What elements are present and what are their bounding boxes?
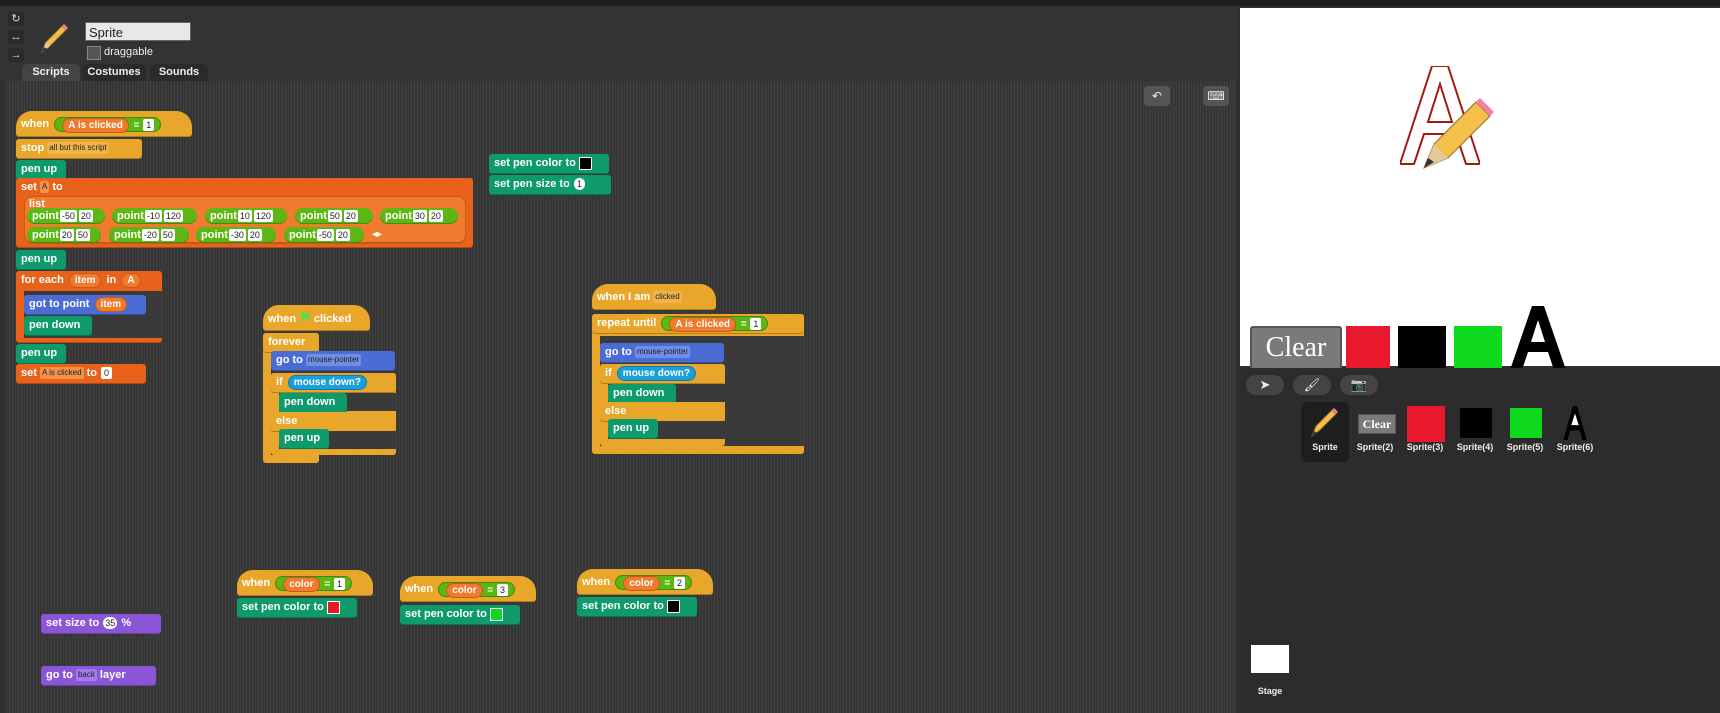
set-pen-color-block[interactable]: set pen color to [489, 154, 609, 174]
set-pen-color-block[interactable]: set pen color to [400, 605, 520, 625]
flip-icon[interactable]: ↔ [8, 30, 24, 44]
item-reporter[interactable]: item [68, 272, 102, 288]
go-to-block[interactable]: go to mouse-pointer [271, 351, 395, 371]
red-color-button[interactable] [1346, 326, 1390, 370]
letter-a-button[interactable] [1510, 306, 1566, 375]
corral-sprite[interactable]: Sprite(6) [1551, 402, 1599, 452]
corral-sprite[interactable]: Sprite(3) [1401, 402, 1449, 452]
sprite-name-input[interactable]: Sprite [85, 22, 191, 41]
corral-sprite[interactable]: Sprite(5) [1501, 402, 1549, 452]
corral-sprite-label: Sprite(6) [1556, 442, 1594, 452]
forever-label-block: forever [263, 333, 319, 353]
pencil-icon [36, 20, 72, 56]
corral-sprite[interactable]: Clear Sprite(2) [1351, 402, 1399, 452]
when-label: when [21, 118, 50, 130]
when-i-am-hat-block[interactable]: when I am clicked [592, 284, 716, 310]
if-header: if mouse down? [271, 373, 396, 393]
green-color-button[interactable] [1454, 326, 1502, 370]
point-reporter[interactable]: point 50 20 [295, 208, 373, 224]
go-to-point-block[interactable]: got to point item [24, 295, 146, 315]
value-slot[interactable]: 1 [143, 119, 155, 132]
pen-up-block[interactable]: pen up [279, 429, 329, 449]
stop-block[interactable]: stop all but this script [16, 139, 142, 159]
arrow-right-icon[interactable]: → [8, 48, 24, 62]
eq-op: = [133, 119, 140, 131]
draggable-checkbox[interactable] [87, 46, 101, 60]
pen-up-block[interactable]: pen up [16, 250, 66, 270]
tab-sounds[interactable]: Sounds [150, 64, 208, 81]
color-swatch[interactable] [489, 607, 503, 621]
set-pen-size-block[interactable]: set pen size to 1 [489, 175, 611, 195]
mouse-down-predicate[interactable]: mouse down? [287, 374, 368, 390]
pencil-icon [1306, 406, 1344, 440]
color-swatch[interactable] [578, 156, 592, 170]
stop-label: stop [21, 142, 45, 154]
pen-up-block[interactable]: pen up [16, 344, 66, 364]
point-reporter[interactable]: point -30 20 [196, 227, 276, 243]
tab-costumes[interactable]: Costumes [82, 64, 146, 81]
equals-predicate: A is clicked = 1 [54, 116, 162, 133]
pen-down-block[interactable]: pen down [608, 384, 676, 404]
corral-sprite[interactable]: Sprite [1301, 402, 1349, 462]
if-header: if mouse down? [600, 364, 725, 384]
pen-up-block[interactable]: pen up [16, 160, 66, 180]
black-color-button[interactable] [1398, 326, 1446, 372]
point-reporter[interactable]: point -10 120 [112, 208, 197, 224]
corral-sprite-label: Sprite [1312, 442, 1338, 452]
var-dropdown[interactable]: A [39, 181, 50, 194]
tab-scripts[interactable]: Scripts [22, 64, 80, 81]
point-reporter[interactable]: point 30 20 [380, 208, 458, 224]
color-swatch[interactable] [666, 599, 680, 613]
keyboard-icon[interactable]: ⌨ [1203, 86, 1229, 106]
when-color-3-hat-block[interactable]: when color = 3 [400, 576, 536, 602]
point-reporter[interactable]: point -20 50 [109, 227, 189, 243]
set-pen-color-block[interactable]: set pen color to [577, 597, 697, 617]
pencil-icon [1420, 92, 1496, 177]
mouse-down-predicate[interactable]: mouse down? [616, 365, 697, 381]
repeat-until-header: repeat until A is clicked = 1 [592, 314, 804, 334]
point-reporter[interactable]: point -50 20 [284, 227, 364, 243]
point-reporter[interactable]: point 10 120 [205, 208, 287, 224]
set-clicked-block[interactable]: set A is clicked to 0 [16, 364, 146, 384]
letter-a-icon [1556, 406, 1594, 440]
camera-icon[interactable]: 📷 [1340, 375, 1378, 395]
pen-up-block[interactable]: pen up [608, 419, 658, 439]
go-to-block[interactable]: go to mouse-pointer [600, 343, 724, 363]
clear-button[interactable]: Clear [1250, 326, 1342, 372]
when-color-1-hat-block[interactable]: when color = 1 [237, 570, 373, 596]
var-dropdown[interactable]: A is clicked [39, 367, 84, 380]
stop-dropdown[interactable]: all but this script [47, 142, 109, 155]
go-to-layer-block[interactable]: go to back layer [41, 666, 156, 686]
point-reporter[interactable]: point -50 20 [27, 208, 105, 224]
rotate-icon[interactable]: ↻ [8, 12, 24, 26]
point-reporter[interactable]: point 20 50 [27, 227, 101, 243]
when-color-2-hat-block[interactable]: when color = 2 [577, 569, 713, 595]
corral-sprite[interactable]: Sprite(4) [1451, 402, 1499, 452]
list-arrows-icon[interactable]: ◂▸ [372, 229, 382, 240]
var-reporter[interactable]: A is clicked [62, 117, 129, 133]
when-hat-block[interactable]: when A is clicked = 1 [16, 111, 192, 137]
corral-sprite-label: Sprite(2) [1356, 442, 1394, 452]
stage-label: Stage [1257, 686, 1283, 696]
pen-down-block[interactable]: pen down [24, 316, 92, 336]
when-flag-hat-block[interactable]: when ⚑ clicked [263, 305, 370, 331]
list-var-reporter[interactable]: A [121, 272, 141, 288]
corral-sprite-label: Sprite(3) [1406, 442, 1444, 452]
draggable-label: draggable [104, 46, 153, 58]
stage-thumbnail[interactable] [1251, 645, 1289, 673]
set-size-block[interactable]: set size to 35 % [41, 614, 161, 634]
corral-sprite-label: Sprite(5) [1506, 442, 1544, 452]
corral-sprite-label: Sprite(4) [1456, 442, 1494, 452]
set-label: set [21, 181, 37, 193]
set-pen-color-block[interactable]: set pen color to [237, 598, 357, 618]
stage[interactable]: Clear [1240, 8, 1720, 372]
arrow-icon[interactable]: ➤ [1246, 375, 1284, 395]
flag-icon: ⚑ [299, 310, 311, 325]
to-label: to [52, 181, 63, 193]
paintbrush-icon[interactable]: 🖌 [1293, 375, 1331, 395]
clear-thumb: Clear [1358, 414, 1396, 434]
color-swatch[interactable] [326, 600, 340, 614]
undo-icon[interactable]: ↶ [1144, 86, 1170, 106]
pen-down-block[interactable]: pen down [279, 393, 347, 413]
